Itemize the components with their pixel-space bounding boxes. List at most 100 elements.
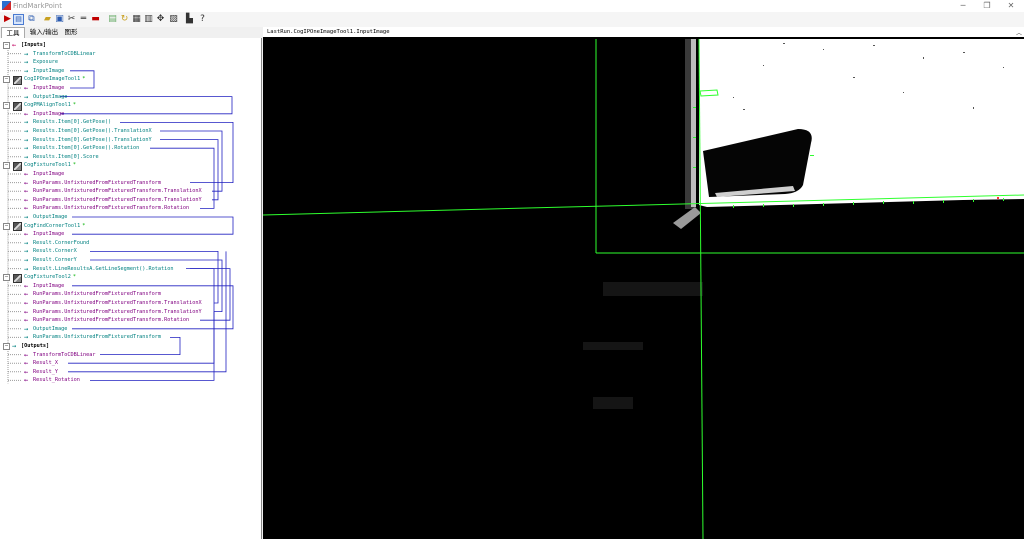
tool-node[interactable]: CogFixtureTool1 *: [12, 161, 76, 171]
expand-toggle-icon[interactable]: −: [3, 162, 10, 170]
terminal-node[interactable]: ← RunParams.UnfixturedFromFixturedTransfo…: [24, 308, 202, 316]
tab-graphics[interactable]: 图形: [62, 27, 80, 38]
terminal-node[interactable]: ← RunParams.UnfixturedFromFixturedTransfo…: [24, 290, 161, 298]
input-arrow-icon: ←: [24, 359, 29, 368]
open-icon[interactable]: ▰: [42, 14, 53, 25]
terminal-node[interactable]: ← RunParams.UnfixturedFromFixturedTransfo…: [24, 179, 161, 187]
node-label: TransformToCDBLinear: [33, 50, 96, 57]
tools-icon[interactable]: ✥: [155, 14, 166, 25]
terminal-node[interactable]: → Result.CornerY: [24, 256, 77, 264]
expand-toggle-icon[interactable]: −: [3, 76, 10, 84]
modified-star: *: [72, 102, 76, 109]
terminal-node[interactable]: ← RunParams.UnfixturedFromFixturedTransfo…: [24, 187, 202, 195]
tool-node[interactable]: CogFindCornerTool1 *: [12, 222, 85, 232]
input-arrow-icon: ←: [24, 376, 29, 385]
expand-toggle-icon[interactable]: −: [3, 102, 10, 110]
tool-icon: [13, 101, 22, 111]
terminal-node[interactable]: → RunParams.UnfixturedFromFixturedTransfo…: [24, 333, 161, 341]
node-label: InputImage: [33, 171, 65, 177]
terminal-node[interactable]: ← InputImage: [24, 170, 64, 178]
output-arrow-icon: →: [24, 247, 29, 256]
io-header-node[interactable]: ← [Inputs]: [12, 41, 46, 49]
terminal-node[interactable]: → Results.Item[0].Score: [24, 153, 99, 161]
node-label: Results.Item[0].GetPose().TranslationY: [33, 136, 152, 143]
terminal-node[interactable]: ← RunParams.UnfixturedFromFixturedTransfo…: [24, 196, 202, 204]
image-display[interactable]: [263, 37, 1024, 539]
chart-icon[interactable]: ▙: [184, 14, 195, 25]
io-header-node[interactable]: → [Outputs]: [12, 342, 49, 350]
image-icon[interactable]: ▨: [168, 14, 179, 25]
tab-strip: 工具 输入/输出 图形: [0, 27, 262, 39]
output-arrow-icon: →: [24, 58, 29, 67]
terminal-node[interactable]: ← InputImage: [24, 110, 64, 118]
output-arrow-icon: →: [24, 49, 29, 58]
terminal-node[interactable]: → Results.Item[0].GetPose().TranslationX: [24, 127, 152, 135]
window-title: FindMarkPoint: [13, 2, 62, 10]
modified-star: *: [82, 76, 86, 83]
terminal-node[interactable]: ← Result_Rotation: [24, 376, 80, 384]
grid-icon[interactable]: ▦: [131, 14, 142, 25]
display-scroll-up-icon[interactable]: ︿: [1016, 28, 1022, 37]
modified-star: *: [72, 162, 76, 169]
help-icon[interactable]: ?: [197, 14, 208, 25]
node-label: RunParams.UnfixturedFromFixturedTransfor…: [33, 179, 162, 186]
output-arrow-icon: →: [24, 135, 29, 144]
terminal-node[interactable]: → OutputImage: [24, 213, 67, 221]
node-label: CogPMAlignTool1: [24, 102, 71, 109]
toggle-display-icon[interactable]: ▤: [13, 14, 24, 25]
tool-node[interactable]: CogPMAlignTool1 *: [12, 101, 76, 111]
table-icon[interactable]: ▥: [143, 14, 154, 25]
terminal-node[interactable]: → Result.LineResultsA.GetLineSegment().Ro…: [24, 265, 174, 273]
terminal-node[interactable]: → Result.CornerX: [24, 247, 77, 255]
terminal-node[interactable]: → Results.Item[0].GetPose(): [24, 118, 111, 126]
terminal-node[interactable]: → Exposure: [24, 58, 58, 66]
save-icon[interactable]: ▣: [54, 14, 65, 25]
terminal-node[interactable]: → Results.Item[0].GetPose().Rotation: [24, 144, 139, 152]
node-label: RunParams.UnfixturedFromFixturedTransfor…: [33, 188, 202, 195]
terminal-node[interactable]: ← InputImage: [24, 282, 64, 290]
terminal-node[interactable]: ← Result_Y: [24, 368, 58, 376]
cut-icon[interactable]: ✂: [66, 14, 77, 25]
output-arrow-icon: →: [12, 342, 17, 350]
refresh-icon[interactable]: ↻: [119, 14, 130, 25]
tool-icon: [13, 273, 22, 283]
terminal-node[interactable]: → OutputImage: [24, 325, 67, 333]
tool-node[interactable]: CogFixtureTool2 *: [12, 273, 76, 283]
terminal-node[interactable]: → Result.CornerFound: [24, 239, 89, 247]
delete-icon[interactable]: ▬: [90, 14, 101, 25]
tab-io[interactable]: 输入/输出: [29, 27, 59, 38]
expand-toggle-icon[interactable]: −: [3, 343, 10, 350]
terminal-node[interactable]: → TransformToCDBLinear: [24, 50, 95, 58]
window-icon[interactable]: ⧉: [26, 14, 37, 25]
tool-node[interactable]: CogIPOneImageTool1 *: [12, 75, 86, 85]
terminal-node[interactable]: ← InputImage: [24, 230, 64, 238]
run-icon[interactable]: ▶: [2, 14, 13, 25]
expand-toggle-icon[interactable]: −: [3, 274, 10, 282]
node-label: RunParams.UnfixturedFromFixturedTransfor…: [33, 291, 162, 298]
terminal-node[interactable]: ← RunParams.UnfixturedFromFixturedTransfo…: [24, 299, 202, 307]
expand-toggle-icon[interactable]: −: [3, 42, 10, 49]
modified-star: *: [72, 274, 76, 281]
output-arrow-icon: →: [24, 256, 29, 264]
terminal-node[interactable]: ← InputImage: [24, 84, 64, 92]
terminal-node[interactable]: → InputImage: [24, 67, 64, 75]
properties-icon[interactable]: ▤: [107, 14, 118, 25]
input-arrow-icon: ←: [24, 170, 29, 178]
terminal-node[interactable]: ← Result_X: [24, 359, 58, 367]
node-label: InputImage: [33, 110, 65, 117]
expand-toggle-icon[interactable]: −: [3, 222, 10, 230]
node-label: Results.Item[0].GetPose().TranslationX: [33, 128, 152, 134]
node-label: Results.Item[0].Score: [33, 153, 99, 160]
link-icon[interactable]: ═: [78, 14, 89, 25]
input-arrow-icon: ←: [24, 307, 29, 316]
node-label: [Inputs]: [21, 42, 46, 48]
data-link-line: [72, 216, 234, 235]
close-button[interactable]: ✕: [996, 0, 1024, 12]
terminal-node[interactable]: ← RunParams.UnfixturedFromFixturedTransfo…: [24, 316, 189, 324]
vertical-edge-light: [691, 39, 696, 207]
terminal-node[interactable]: → OutputImage: [24, 93, 67, 101]
output-arrow-icon: →: [24, 118, 29, 127]
terminal-node[interactable]: ← RunParams.UnfixturedFromFixturedTransfo…: [24, 204, 189, 212]
terminal-node[interactable]: → Results.Item[0].GetPose().TranslationY: [24, 136, 152, 144]
terminal-node[interactable]: ← TransformToCDBLinear: [24, 351, 95, 359]
